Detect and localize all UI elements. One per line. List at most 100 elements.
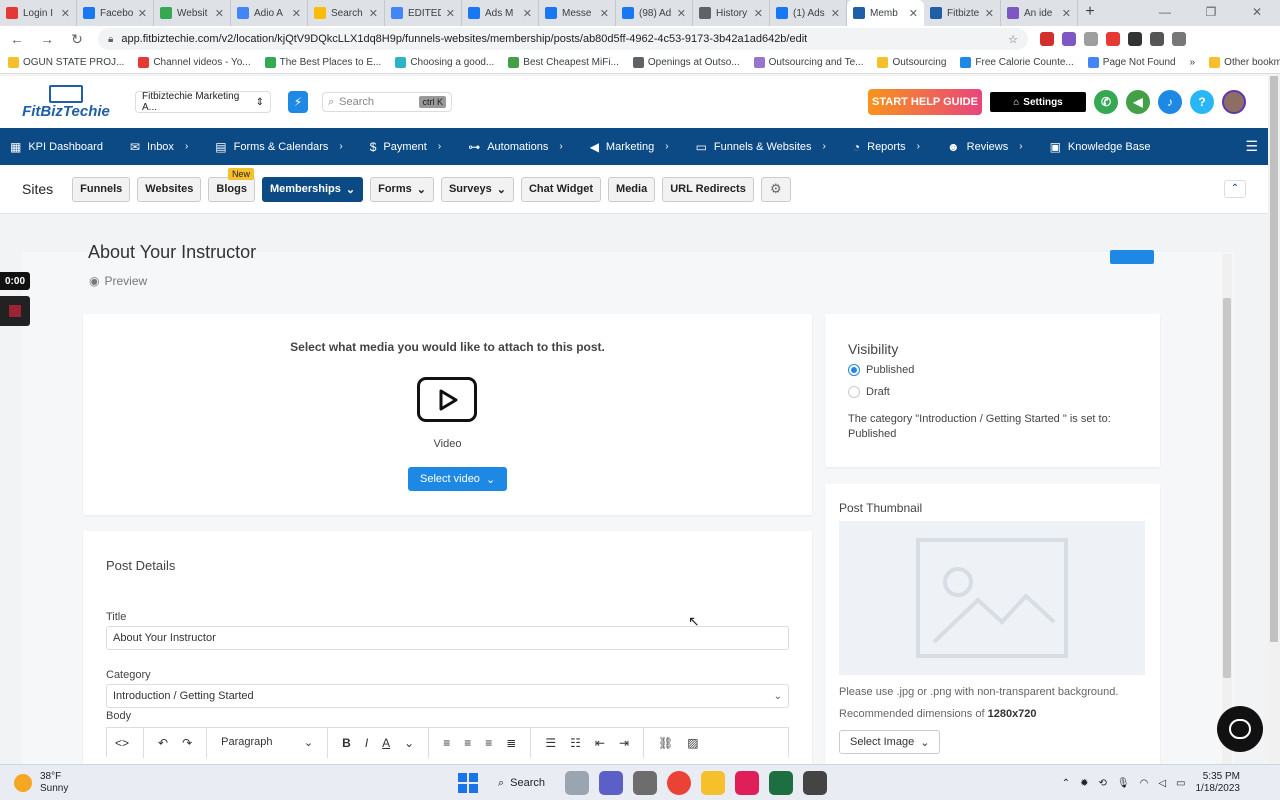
bookmark-item[interactable]: Openings at Outso... <box>632 57 740 68</box>
browser-tab[interactable]: History ✕ <box>693 0 770 26</box>
teams-icon[interactable] <box>599 771 624 795</box>
numbered-list-icon[interactable]: ☷ <box>570 736 581 750</box>
chat-widget-button[interactable] <box>1217 706 1263 752</box>
indent-icon[interactable]: ⇥ <box>619 736 629 750</box>
select-image-button[interactable]: Select Image ⌄ <box>839 730 941 754</box>
chrome-icon[interactable] <box>667 771 692 795</box>
close-icon[interactable]: ✕ <box>523 7 532 20</box>
chevron-up-icon[interactable]: ⌃ <box>1224 180 1246 198</box>
close-icon[interactable]: ✕ <box>292 7 301 20</box>
align-center-icon[interactable]: ≡ <box>464 736 471 750</box>
close-icon[interactable]: ✕ <box>215 7 224 20</box>
published-radio[interactable]: Published <box>848 364 914 376</box>
search-box[interactable]: ⌕ Search ctrl K <box>322 92 452 112</box>
close-icon[interactable]: ✕ <box>909 7 918 20</box>
bookmark-item[interactable]: OGUN STATE PROJ... <box>8 57 124 68</box>
subnav-funnels-button[interactable]: Funnels <box>72 176 131 202</box>
close-icon[interactable]: ✕ <box>754 7 763 20</box>
extension-icon[interactable] <box>1040 32 1054 46</box>
phone-icon[interactable]: ✆ <box>1094 90 1118 114</box>
other-bookmarks[interactable]: Other bookmarks <box>1209 57 1280 68</box>
save-button[interactable] <box>1110 250 1154 264</box>
reload-icon[interactable]: ↻ <box>68 31 86 48</box>
bookmark-item[interactable]: The Best Places to E... <box>264 57 381 68</box>
browser-tab[interactable]: Memb ✕ <box>847 0 924 26</box>
align-justify-icon[interactable]: ≣ <box>506 736 516 750</box>
browser-tab[interactable]: An ide ✕ <box>1001 0 1078 26</box>
close-icon[interactable]: ✕ <box>831 7 840 20</box>
back-icon[interactable]: ← <box>8 31 26 47</box>
volume-icon[interactable]: ◁ <box>1158 778 1166 789</box>
weather-widget[interactable]: 38°F Sunny <box>14 771 68 795</box>
browser-tab[interactable]: (1) Ads ✕ <box>770 0 847 26</box>
forward-icon[interactable]: → <box>38 31 56 47</box>
minimize-icon[interactable]: — <box>1142 0 1188 26</box>
close-icon[interactable]: ✕ <box>985 7 994 20</box>
text-color-icon[interactable]: A <box>382 736 390 750</box>
location-switcher[interactable]: Fitbiztechie Marketing A... ⇕ <box>135 91 271 113</box>
preview-link[interactable]: ◉ Preview <box>89 274 147 288</box>
calculator-icon[interactable] <box>633 771 658 795</box>
bookmark-item[interactable]: Channel videos - Yo... <box>138 57 251 68</box>
bookmarks-overflow-icon[interactable]: » <box>1190 57 1196 68</box>
subnav-chat-widget-button[interactable]: Chat Widget <box>520 176 602 202</box>
bookmark-item[interactable]: Outsourcing and Te... <box>753 57 863 68</box>
chevron-up-icon[interactable]: ⌃ <box>1062 778 1070 789</box>
nav-item-payment[interactable]: $ Payment › <box>370 140 441 154</box>
scroll-thumb[interactable] <box>1223 298 1231 678</box>
puzzle-icon[interactable] <box>1150 32 1164 46</box>
nav-item-funnels-websites[interactable]: ▭ Funnels & Websites › <box>696 140 826 154</box>
close-icon[interactable]: ✕ <box>138 7 147 20</box>
notifications-bell-icon[interactable]: ♪ <box>1158 90 1182 114</box>
paragraph-format-select[interactable]: Paragraph ⌄ <box>221 736 313 749</box>
scroll-thumb[interactable] <box>1270 76 1278 642</box>
windows-start-icon[interactable] <box>458 773 478 793</box>
browser-tab[interactable]: Search ✕ <box>308 0 385 26</box>
help-icon[interactable]: ? <box>1190 90 1214 114</box>
subnav-forms-button[interactable]: Forms ⌄ <box>370 176 434 202</box>
outdent-icon[interactable]: ⇤ <box>595 736 605 750</box>
browser-tab[interactable]: Adio A ✕ <box>231 0 308 26</box>
align-left-icon[interactable]: ≡ <box>443 736 450 750</box>
battery-icon[interactable]: ▭ <box>1176 778 1185 789</box>
stop-recording-button[interactable] <box>0 296 30 326</box>
browser-tab[interactable]: Ads M ✕ <box>462 0 539 26</box>
subnav-media-button[interactable]: Media <box>608 176 656 202</box>
gear-icon[interactable]: ⚙ <box>760 176 791 202</box>
page-scrollbar[interactable] <box>1268 76 1280 764</box>
browser-tab[interactable]: (98) Ad ✕ <box>616 0 693 26</box>
category-select[interactable]: Introduction / Getting Started ⌄ <box>106 684 789 708</box>
browser-tab[interactable]: Login I ✕ <box>0 0 77 26</box>
nav-item-reviews[interactable]: ☻ Reviews › <box>947 140 1023 154</box>
link-icon[interactable]: ⛓︎ <box>658 736 673 750</box>
bookmark-item[interactable]: Free Calorie Counte... <box>960 57 1074 68</box>
nav-item-forms-calendars[interactable]: ▤ Forms & Calendars › <box>215 140 342 154</box>
thumbnail-placeholder[interactable] <box>839 521 1145 675</box>
excel-icon[interactable] <box>769 771 794 795</box>
new-tab-icon[interactable]: + <box>1078 0 1102 26</box>
select-video-button[interactable]: Select video ⌄ <box>408 467 508 491</box>
subnav-blogs-button[interactable]: Blogs New <box>208 167 255 202</box>
bullet-list-icon[interactable]: ☰ <box>545 736 556 750</box>
browser-tab[interactable]: Websit ✕ <box>154 0 231 26</box>
close-icon[interactable]: ✕ <box>369 7 378 20</box>
browser-tab[interactable]: EDITED ✕ <box>385 0 462 26</box>
browser-tab[interactable]: Fitbizte ✕ <box>924 0 1001 26</box>
close-window-icon[interactable]: ✕ <box>1234 0 1280 26</box>
taskbar-search[interactable]: ⌕ Search <box>488 771 555 795</box>
brand-logo[interactable]: FitBizTechie <box>22 84 110 120</box>
nav-item-knowledge-base[interactable]: ▣ Knowledge Base <box>1050 140 1151 154</box>
chevron-down-icon[interactable]: ⌄ <box>404 736 414 750</box>
file-explorer-icon[interactable] <box>701 771 726 795</box>
filter-sliders-icon[interactable]: ☰ <box>1245 138 1258 155</box>
start-help-guide-button[interactable]: START HELP GUIDE <box>868 89 982 115</box>
bookmark-item[interactable]: Choosing a good... <box>395 57 494 68</box>
redo-icon[interactable]: ↷ <box>182 736 192 750</box>
browser-tab[interactable]: Messe ✕ <box>539 0 616 26</box>
user-avatar[interactable] <box>1222 90 1246 114</box>
extension-icon[interactable] <box>1128 32 1142 46</box>
settings-button[interactable]: ⌂ Settings <box>990 92 1086 112</box>
subnav-surveys-button[interactable]: Surveys ⌄ <box>440 176 514 202</box>
url-field[interactable]: 🔒︎ app.fitbiztechie.com/v2/location/kjQt… <box>98 28 1028 50</box>
subnav-memberships-button[interactable]: Memberships ⌄ <box>261 176 364 202</box>
